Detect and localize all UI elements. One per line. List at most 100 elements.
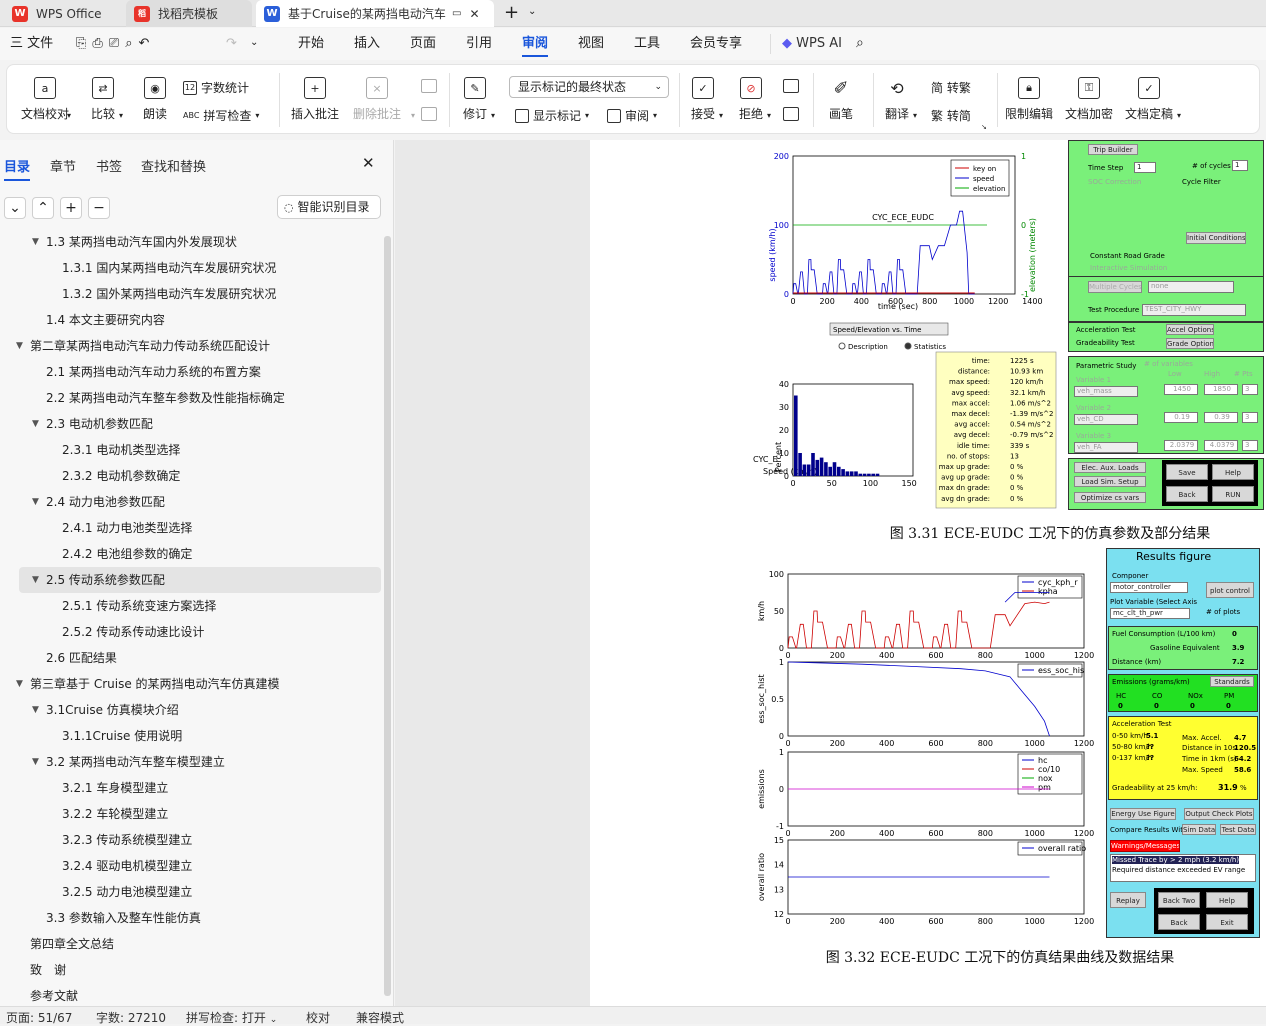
toc-item[interactable]: 3.2.5 动力电池模型建立 — [0, 879, 382, 905]
spell-check-status[interactable]: 拼写检查: 打开 ⌄ — [186, 1009, 277, 1026]
menu-insert[interactable]: 插入 — [354, 28, 380, 60]
menu-member[interactable]: 会员专享 — [690, 28, 742, 60]
low-input[interactable]: 1450 — [1164, 384, 1198, 395]
quick-access-icons[interactable]: ⎘⎙⎚⌕↶ — [76, 36, 155, 51]
test-procedure-checkbox[interactable]: Test Procedure — [1088, 306, 1139, 314]
toc-item[interactable]: 2.2 某两挡电动汽车整车参数及性能指标确定 — [0, 385, 382, 411]
chevron-down-icon[interactable]: ▾ — [913, 111, 917, 120]
toc-item[interactable]: 2.5.2 传动系传动速比设计 — [0, 619, 382, 645]
toc-item[interactable]: 3.2.3 传动系统模型建立 — [0, 827, 382, 853]
parametric-checkbox[interactable]: Parametric Study — [1076, 362, 1136, 370]
output-check-button[interactable]: Output Check Plots — [1184, 808, 1254, 820]
toc-item[interactable]: ▼ 第三章基于 Cruise 的某两挡电动汽车仿真建模 — [0, 671, 382, 697]
menu-review[interactable]: 审阅 — [522, 28, 549, 60]
high-input[interactable]: 1850 — [1204, 384, 1238, 395]
trip-builder-button[interactable]: Trip Builder — [1088, 144, 1138, 155]
proofread-button[interactable]: a 文档校对 — [21, 77, 69, 122]
accept-button[interactable]: ✓ 接受 — [691, 77, 715, 122]
expand-arrow-icon[interactable]: ▼ — [32, 697, 39, 723]
menu-view[interactable]: 视图 — [578, 28, 604, 60]
soc-checkbox[interactable]: SOC Correction — [1088, 178, 1141, 186]
prev-comment-icon[interactable] — [421, 79, 437, 93]
cycle-filter-checkbox[interactable]: Cycle Filter — [1182, 178, 1221, 186]
proof-status[interactable]: 校对 — [306, 1009, 330, 1026]
component-select[interactable]: motor_controller — [1110, 582, 1188, 593]
grade-options-button[interactable]: Grade Options — [1166, 338, 1214, 349]
tab-chapters[interactable]: 章节 — [50, 156, 76, 175]
markup-state-dropdown[interactable]: 显示标记的最终状态 ⌄ — [509, 76, 669, 98]
toc-item[interactable]: 2.6 匹配结果 — [0, 645, 382, 671]
high-input[interactable]: 0.39 — [1204, 412, 1238, 423]
new-tab-icon[interactable]: + — [504, 2, 519, 23]
menu-reference[interactable]: 引用 — [466, 28, 492, 60]
toc-item[interactable]: 2.4.1 动力电池类型选择 — [0, 515, 382, 541]
chevron-down-icon[interactable]: ▾ — [767, 111, 771, 120]
expand-arrow-icon[interactable]: ▼ — [32, 229, 39, 255]
toc-item[interactable]: ▼ 2.5 传动系统参数匹配 — [19, 567, 381, 593]
toc-item[interactable]: 参考文献 — [0, 983, 382, 1006]
chevron-down-icon[interactable]: ▾ — [1177, 111, 1181, 120]
to-simplified-button[interactable]: 繁 转简 — [931, 107, 971, 124]
cycles-input[interactable]: 1 — [1232, 160, 1248, 171]
encrypt-button[interactable]: ⚿ 文档加密 — [1065, 77, 1113, 122]
low-input[interactable]: 0.19 — [1164, 412, 1198, 423]
wps-ai-button[interactable]: ◆ WPS AI — [782, 28, 842, 60]
dialog-launcher-icon[interactable]: ↘ — [981, 123, 987, 131]
expand-arrow-icon[interactable]: ▼ — [16, 671, 23, 697]
next-change-icon[interactable] — [783, 107, 799, 121]
show-markup-button[interactable]: 显示标记 ▾ — [515, 107, 589, 124]
help-button[interactable]: Help — [1212, 464, 1254, 480]
initial-conditions-button[interactable]: Initial Conditions — [1186, 232, 1246, 244]
toc-item[interactable]: ▼ 第二章某两挡电动汽车动力传动系统匹配设计 — [0, 333, 382, 359]
prev-change-icon[interactable] — [783, 79, 799, 93]
time-step-input[interactable]: 1 — [1134, 162, 1156, 173]
chevron-down-icon[interactable]: ⌄ — [250, 37, 258, 48]
variable-select[interactable]: veh_CD — [1074, 414, 1138, 425]
toc-item[interactable]: 2.4.2 电池组参数的确定 — [0, 541, 382, 567]
optimize-cs-vars-button[interactable]: Optimize cs vars — [1074, 492, 1146, 503]
tab-docer-templates[interactable]: 稻 找稻壳模板 — [126, 0, 252, 27]
pts-input[interactable]: 3 — [1242, 384, 1258, 395]
search-icon[interactable]: ⌕ — [856, 35, 864, 51]
high-input[interactable]: 4.0379 — [1204, 440, 1238, 451]
close-tab-icon[interactable]: ✕ — [469, 7, 479, 21]
window-icon[interactable]: ▭ — [452, 8, 461, 19]
toc-item[interactable]: 3.2.4 驱动电机模型建立 — [0, 853, 382, 879]
toc-item[interactable]: 2.3.2 电动机参数确定 — [0, 463, 382, 489]
toc-item[interactable]: 2.5.1 传动系统变速方案选择 — [0, 593, 382, 619]
interactive-checkbox[interactable]: Interactive Simulation — [1090, 264, 1167, 272]
expand-up-icon[interactable]: ⌃ — [32, 197, 54, 219]
chevron-down-icon[interactable]: ▾ — [411, 111, 415, 120]
variable-select[interactable]: veh_FA — [1074, 442, 1138, 453]
accel-options-button[interactable]: Accel Options — [1166, 324, 1214, 335]
replay-button[interactable]: Replay — [1110, 892, 1146, 908]
toc-item[interactable]: 2.1 某两挡电动汽车动力系统的布置方案 — [0, 359, 382, 385]
menu-page[interactable]: 页面 — [410, 28, 436, 60]
toc-item[interactable]: ▼ 2.4 动力电池参数匹配 — [0, 489, 382, 515]
menu-home[interactable]: 开始 — [298, 28, 324, 60]
collapse-icon[interactable]: ⌄ — [4, 197, 26, 219]
revise-button[interactable]: ✎ 修订 — [463, 77, 487, 122]
toc-item[interactable]: 3.1.1Cruise 使用说明 — [0, 723, 382, 749]
radio-statistics[interactable] — [904, 342, 912, 350]
smart-toc-button[interactable]: ◌ 智能识别目录 — [277, 195, 381, 219]
sim-data-button[interactable]: Sim Data — [1182, 824, 1216, 835]
plot-variable-select[interactable]: mc_clt_th_pwr — [1110, 608, 1190, 619]
delete-comment-button[interactable]: × 删除批注 — [353, 77, 401, 122]
pen-button[interactable]: ✐ 画笔 — [829, 77, 853, 122]
test-data-button[interactable]: Test Data — [1220, 824, 1256, 835]
toc-item[interactable]: ▼ 3.1Cruise 仿真模块介绍 — [0, 697, 382, 723]
expand-arrow-icon[interactable]: ▼ — [32, 567, 39, 593]
toc-item[interactable]: 致 谢 — [0, 957, 382, 983]
grade-test-checkbox[interactable]: Gradeability Test — [1076, 339, 1135, 347]
expand-arrow-icon[interactable]: ▼ — [32, 749, 39, 775]
toc-item[interactable]: 第四章全文总结 — [0, 931, 382, 957]
chevron-down-icon[interactable]: ▾ — [491, 111, 495, 120]
pts-input[interactable]: 3 — [1242, 412, 1258, 423]
to-traditional-button[interactable]: 简 转繁 — [931, 79, 971, 96]
compare-button[interactable]: ⇄ 比较 — [91, 77, 115, 122]
review-pane-button[interactable]: 审阅 ▾ — [607, 107, 657, 124]
back-button[interactable]: Back — [1158, 914, 1200, 930]
tab-wps-office[interactable]: W WPS Office — [4, 0, 110, 27]
load-sim-setup-button[interactable]: Load Sim. Setup — [1074, 476, 1146, 487]
